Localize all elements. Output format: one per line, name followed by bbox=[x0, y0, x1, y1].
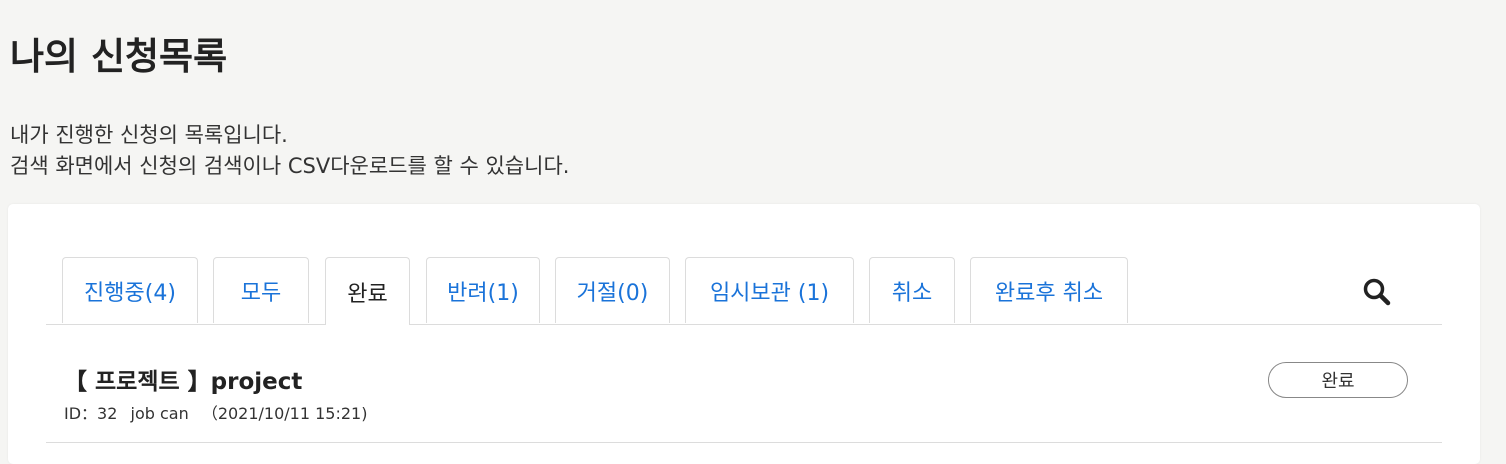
description-line: 검색 화면에서 신청의 검색이나 CSV다운로드를 할 수 있습니다. bbox=[10, 154, 570, 178]
tab-cancelled-after-completion[interactable]: 완료후 취소 bbox=[970, 257, 1128, 323]
page-title: 나의 신청목록 bbox=[10, 35, 228, 78]
description-line: 내가 진행한 신청의 목록입니다. bbox=[10, 123, 288, 147]
tab-rejected[interactable]: 거절(0) bbox=[555, 257, 670, 323]
page-description: 내가 진행한 신청의 목록입니다. 검색 화면에서 신청의 검색이나 CSV다운… bbox=[10, 120, 569, 182]
tab-completed[interactable]: 완료 bbox=[325, 257, 410, 325]
request-title[interactable]: 【 프로젝트 】project bbox=[64, 362, 302, 396]
tab-draft[interactable]: 임시보관 (1) bbox=[685, 257, 854, 323]
request-id: ID：32 bbox=[64, 404, 118, 423]
search-icon bbox=[1363, 278, 1391, 306]
request-row[interactable]: 【 프로젝트 】project ID：32 job can （2021/10/1… bbox=[46, 324, 1442, 443]
tab-cancelled[interactable]: 취소 bbox=[869, 257, 955, 323]
request-list-panel: 진행중(4) 모두 완료 반려(1) 거절(0) 임시보관 (1) 취소 완료후… bbox=[8, 204, 1480, 464]
status-badge: 완료 bbox=[1268, 362, 1408, 398]
request-user: job can bbox=[130, 404, 189, 423]
request-date: （2021/10/11 15:21) bbox=[201, 404, 368, 423]
search-button[interactable] bbox=[1362, 277, 1392, 307]
tab-in-progress[interactable]: 진행중(4) bbox=[62, 257, 198, 323]
tab-bar: 진행중(4) 모두 완료 반려(1) 거절(0) 임시보관 (1) 취소 완료후… bbox=[46, 257, 1442, 325]
tab-returned[interactable]: 반려(1) bbox=[426, 257, 540, 323]
tab-all[interactable]: 모두 bbox=[213, 257, 309, 323]
request-meta: ID：32 job can （2021/10/11 15:21) bbox=[64, 400, 375, 424]
